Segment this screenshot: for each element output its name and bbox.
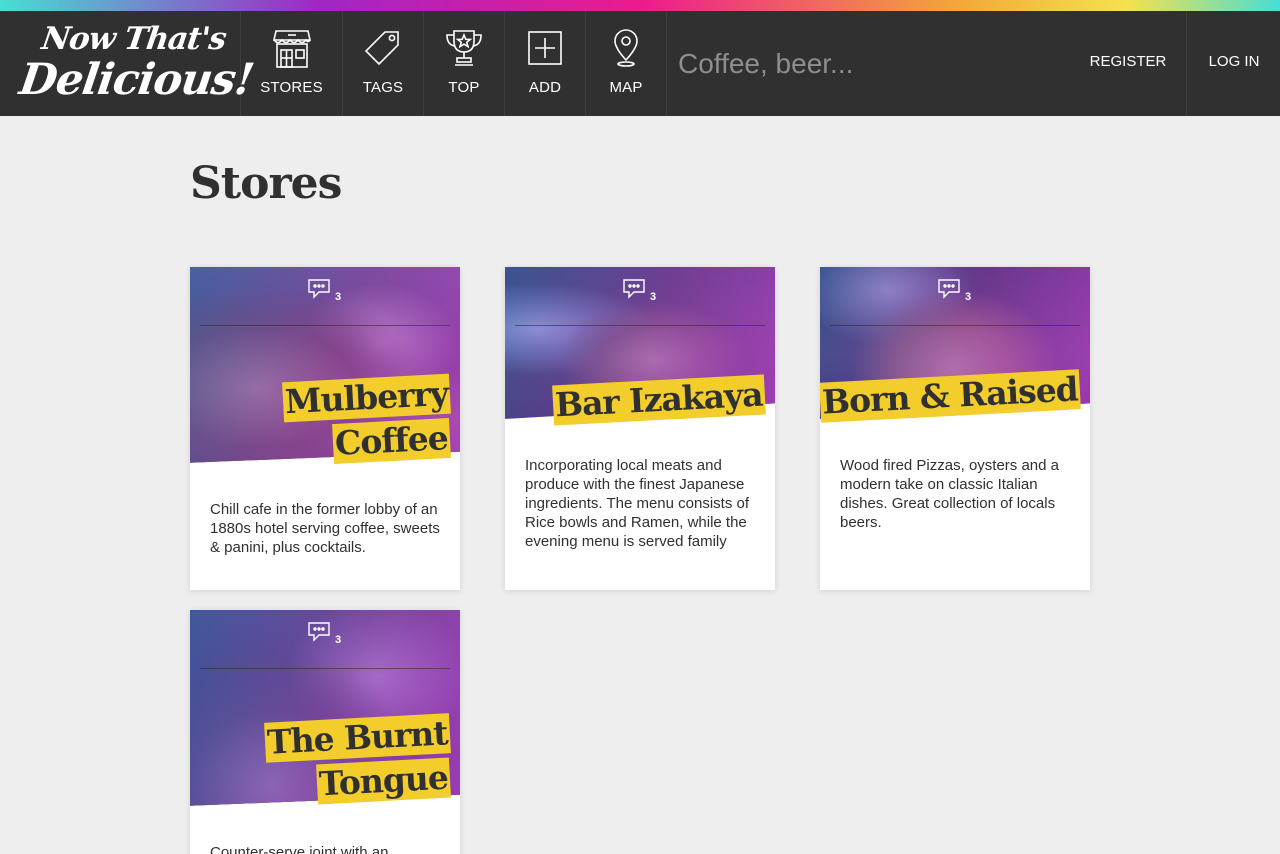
store-icon (272, 30, 311, 68)
comment-icon (938, 279, 960, 299)
store-title[interactable]: Bar Izakaya (552, 374, 766, 426)
register-link[interactable]: REGISTER (1070, 11, 1187, 116)
store-description: Incorporating local meats and produce wi… (525, 457, 750, 550)
logo-line-2: Delicious! (16, 55, 257, 105)
store-title-line: The Burnt (264, 713, 451, 763)
store-description: Chill cafe in the former lobby of an 188… (210, 501, 440, 556)
card-divider (515, 325, 765, 326)
store-title-line: Mulberry (281, 373, 451, 423)
comment-badge[interactable]: 3 (937, 278, 971, 305)
nav-item-tags[interactable]: TAGS (343, 11, 424, 116)
card-divider (830, 325, 1080, 326)
logo-line-1: Now That's (39, 21, 228, 57)
nav-item-stores[interactable]: STORES (241, 11, 343, 116)
store-title-line: Tongue (316, 757, 451, 805)
login-link[interactable]: LOG IN (1188, 11, 1280, 116)
trophy-icon (446, 30, 482, 66)
comment-badge[interactable]: 3 (622, 278, 656, 305)
store-description: Counter-serve joint with an (210, 844, 389, 854)
store-card[interactable]: 3 Bar Izakaya Incorporating local meats … (505, 267, 775, 590)
card-divider (200, 668, 450, 669)
comment-icon (308, 279, 330, 299)
nav-item-top[interactable]: TOP (424, 11, 505, 116)
comment-icon (623, 279, 645, 299)
comment-count: 3 (650, 291, 657, 303)
card-divider (200, 325, 450, 326)
nav-item-add[interactable]: ADD (505, 11, 586, 116)
store-title-line: Bar Izakaya (552, 374, 766, 426)
comment-icon (308, 622, 330, 642)
comment-badge[interactable]: 3 (307, 621, 341, 648)
store-title[interactable]: Born & Raised (820, 369, 1081, 423)
comment-badge[interactable]: 3 (307, 278, 341, 305)
nav-label: MAP (609, 79, 643, 96)
nav-item-map[interactable]: MAP (586, 11, 667, 116)
top-navigation: Now That's Delicious! STORES TAGS TOP AD… (0, 11, 1280, 116)
site-logo[interactable]: Now That's Delicious! (0, 11, 256, 116)
nav-label: ADD (528, 79, 562, 96)
store-description: Wood fired Pizzas, oysters and a modern … (840, 457, 1059, 531)
store-title[interactable]: The Burnt Tongue (264, 713, 451, 805)
map-pin-icon (614, 29, 638, 67)
tag-icon (364, 31, 399, 66)
comment-count: 3 (965, 291, 972, 303)
page-title: Stores (190, 158, 342, 209)
store-card[interactable]: 3 The Burnt Tongue Counter-serve joint w… (190, 610, 460, 854)
store-card[interactable]: 3 Born & Raised Wood fired Pizzas, oyste… (820, 267, 1090, 590)
comment-count: 3 (335, 634, 342, 646)
store-title-line: Born & Raised (820, 369, 1081, 423)
add-icon (528, 31, 562, 65)
store-title-line: Coffee (332, 417, 451, 465)
nav-label: TOP (448, 79, 480, 96)
store-card[interactable]: 3 Mulberry Coffee Chill cafe in the form… (190, 267, 460, 590)
brand-gradient-bar (0, 0, 1280, 11)
nav-label: TAGS (362, 79, 404, 96)
nav-label: STORES (260, 79, 323, 96)
store-title[interactable]: Mulberry Coffee (281, 373, 451, 465)
comment-count: 3 (335, 291, 342, 303)
